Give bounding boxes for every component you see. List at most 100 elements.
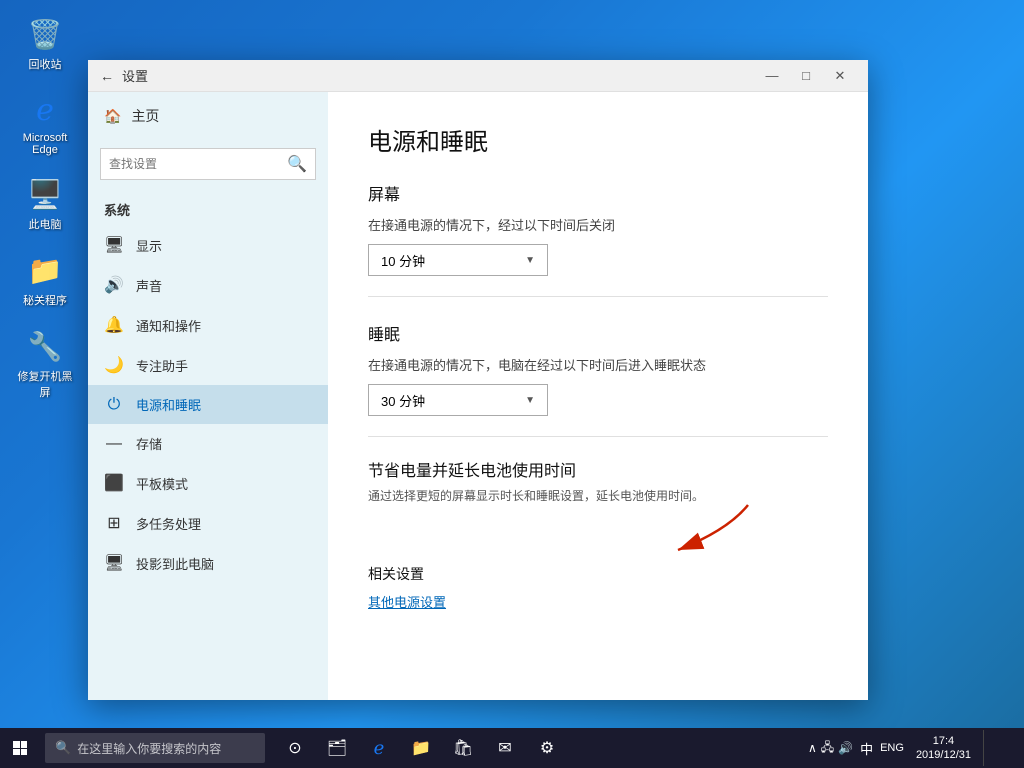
this-pc-icon: 🖥️ <box>25 174 65 214</box>
taskbar: 🔍 在这里输入你要搜索的内容 ⊙ 🗂 ℯ 📁 🛍 ✉ ⚙ ∧ 🖧 🔊 中 ENG… <box>0 728 1024 768</box>
desktop: 🗑️ 回收站 ℯ Microsoft Edge 🖥️ 此电脑 📁 秘关程序 🔧 … <box>0 0 1024 768</box>
sidebar-home-label: 主页 <box>131 106 159 126</box>
screen-dropdown-arrow: ▼ <box>525 255 535 266</box>
project-icon: 🖥 <box>104 553 124 573</box>
titlebar-controls: — □ ✕ <box>756 60 856 92</box>
desktop-icon-secret-program[interactable]: 📁 秘关程序 <box>10 246 80 312</box>
screen-heading: 屏幕 <box>368 181 828 205</box>
titlebar-nav: ← 设置 <box>100 66 756 85</box>
tablet-mode-label: 平板模式 <box>136 474 188 493</box>
notifications-icon: 🔔 <box>104 315 124 335</box>
settings-sidebar: 🏠 主页 🔍 系统 🖥 显示 🔊 声音 🔔 通 <box>88 92 328 700</box>
folder-taskbar-button[interactable]: 📁 <box>401 728 441 768</box>
settings-window: ← 设置 — □ ✕ 🏠 主页 🔍 系统 <box>88 60 868 700</box>
window-body: 🏠 主页 🔍 系统 🖥 显示 🔊 声音 🔔 通 <box>88 92 868 700</box>
sleep-desc: 在接通电源的情况下，电脑在经过以下时间后进入睡眠状态 <box>368 355 828 374</box>
storage-icon: — <box>104 435 124 453</box>
desktop-icon-this-pc[interactable]: 🖥️ 此电脑 <box>10 170 80 236</box>
sidebar-section-title: 系统 <box>88 188 328 225</box>
display-label: 显示 <box>136 236 162 255</box>
recycle-bin-label: 回收站 <box>29 56 62 72</box>
edge-taskbar-button[interactable]: ℯ <box>359 728 399 768</box>
maximize-button[interactable]: □ <box>790 60 822 92</box>
titlebar: ← 设置 — □ ✕ <box>88 60 868 92</box>
system-tray: ∧ 🖧 🔊 中 ENG <box>808 738 904 759</box>
recycle-bin-icon: 🗑️ <box>25 14 65 54</box>
sidebar-search-box[interactable]: 🔍 <box>100 148 316 180</box>
sidebar-item-notifications[interactable]: 🔔 通知和操作 <box>88 305 328 345</box>
taskbar-clock[interactable]: 17:4 2019/12/31 <box>908 734 979 763</box>
search-icon: 🔍 <box>287 154 307 174</box>
sleep-heading: 睡眠 <box>368 321 828 345</box>
tray-chevron[interactable]: ∧ <box>808 741 817 755</box>
fix-black-screen-icon: 🔧 <box>25 326 65 366</box>
task-view-button[interactable]: ⊙ <box>275 728 315 768</box>
window-title: 设置 <box>122 66 148 85</box>
related-heading: 相关设置 <box>368 564 828 584</box>
arrow-container <box>368 520 828 540</box>
secret-program-icon: 📁 <box>25 250 65 290</box>
battery-section: 节省电量并延长电池使用时间 通过选择更短的屏幕显示时长和睡眠设置，延长电池使用时… <box>368 457 828 504</box>
project-label: 投影到此电脑 <box>136 554 214 573</box>
sidebar-item-display[interactable]: 🖥 显示 <box>88 225 328 265</box>
secret-program-label: 秘关程序 <box>23 292 67 308</box>
mail-button[interactable]: ✉ <box>485 728 525 768</box>
clock-date: 2019/12/31 <box>916 748 971 762</box>
desktop-icon-edge[interactable]: ℯ Microsoft Edge <box>10 86 80 160</box>
sidebar-item-storage[interactable]: — 存储 <box>88 424 328 463</box>
clock-time: 17:4 <box>933 734 954 748</box>
related-section: 相关设置 其他电源设置 <box>368 564 828 612</box>
sleep-timeout-value: 30 分钟 <box>381 391 425 410</box>
sidebar-item-power-sleep[interactable]: ⏻ 电源和睡眠 <box>88 385 328 424</box>
desktop-icon-recycle-bin[interactable]: 🗑️ 回收站 <box>10 10 80 76</box>
settings-content: 电源和睡眠 屏幕 在接通电源的情况下，经过以下时间后关闭 10 分钟 ▼ 睡眠 … <box>328 92 868 700</box>
red-arrow-svg <box>648 500 768 560</box>
sound-label: 声音 <box>136 276 162 295</box>
screen-timeout-dropdown[interactable]: 10 分钟 ▼ <box>368 244 548 276</box>
divider-2 <box>368 436 828 437</box>
battery-heading: 节省电量并延长电池使用时间 <box>368 457 828 481</box>
multitasking-label: 多任务处理 <box>136 514 201 533</box>
show-desktop-button[interactable] <box>983 730 1019 766</box>
focus-assist-label: 专注助手 <box>136 356 188 375</box>
sidebar-item-multitasking[interactable]: ⊞ 多任务处理 <box>88 503 328 543</box>
taskbar-right: ∧ 🖧 🔊 中 ENG 17:4 2019/12/31 <box>808 728 1024 768</box>
sidebar-item-tablet-mode[interactable]: ⬛ 平板模式 <box>88 463 328 503</box>
sidebar-home-item[interactable]: 🏠 主页 <box>88 92 328 140</box>
sleep-timeout-dropdown[interactable]: 30 分钟 ▼ <box>368 384 548 416</box>
store-button[interactable]: 🛍 <box>443 728 483 768</box>
sidebar-item-project[interactable]: 🖥 投影到此电脑 <box>88 543 328 583</box>
ime-indicator[interactable]: 中 <box>857 739 876 758</box>
sleep-dropdown-arrow: ▼ <box>525 395 535 406</box>
network-icon: 🖧 <box>821 738 834 759</box>
keyboard-icon: ENG <box>880 742 904 754</box>
close-button[interactable]: ✕ <box>824 60 856 92</box>
page-title: 电源和睡眠 <box>368 122 828 157</box>
desktop-icon-fix-black-screen[interactable]: 🔧 修复开机黑屏 <box>10 322 80 404</box>
start-button[interactable] <box>0 728 40 768</box>
desktop-icons-container: 🗑️ 回收站 ℯ Microsoft Edge 🖥️ 此电脑 📁 秘关程序 🔧 … <box>10 10 80 404</box>
taskbar-search-placeholder: 在这里输入你要搜索的内容 <box>77 740 221 757</box>
windows-logo <box>13 741 27 755</box>
multitasking-icon: ⊞ <box>104 513 124 533</box>
back-button[interactable]: ← <box>100 68 114 84</box>
other-power-settings-link[interactable]: 其他电源设置 <box>368 592 446 611</box>
screen-desc: 在接通电源的情况下，经过以下时间后关闭 <box>368 215 828 234</box>
settings-taskbar-button[interactable]: ⚙ <box>527 728 567 768</box>
focus-assist-icon: 🌙 <box>104 355 124 375</box>
sidebar-item-sound[interactable]: 🔊 声音 <box>88 265 328 305</box>
minimize-button[interactable]: — <box>756 60 788 92</box>
tablet-mode-icon: ⬛ <box>104 473 124 493</box>
file-explorer-button[interactable]: 🗂 <box>317 728 357 768</box>
sidebar-item-focus-assist[interactable]: 🌙 专注助手 <box>88 345 328 385</box>
edge-icon: ℯ <box>25 90 65 130</box>
divider-1 <box>368 296 828 297</box>
power-sleep-icon: ⏻ <box>104 396 124 414</box>
screen-timeout-value: 10 分钟 <box>381 251 425 270</box>
sidebar-search-input[interactable] <box>109 157 287 171</box>
edge-label: Microsoft Edge <box>14 132 76 156</box>
this-pc-label: 此电脑 <box>29 216 62 232</box>
taskbar-center-icons: ⊙ 🗂 ℯ 📁 🛍 ✉ ⚙ <box>275 728 567 768</box>
sound-icon: 🔊 <box>104 275 124 295</box>
taskbar-search-box[interactable]: 🔍 在这里输入你要搜索的内容 <box>45 733 265 763</box>
